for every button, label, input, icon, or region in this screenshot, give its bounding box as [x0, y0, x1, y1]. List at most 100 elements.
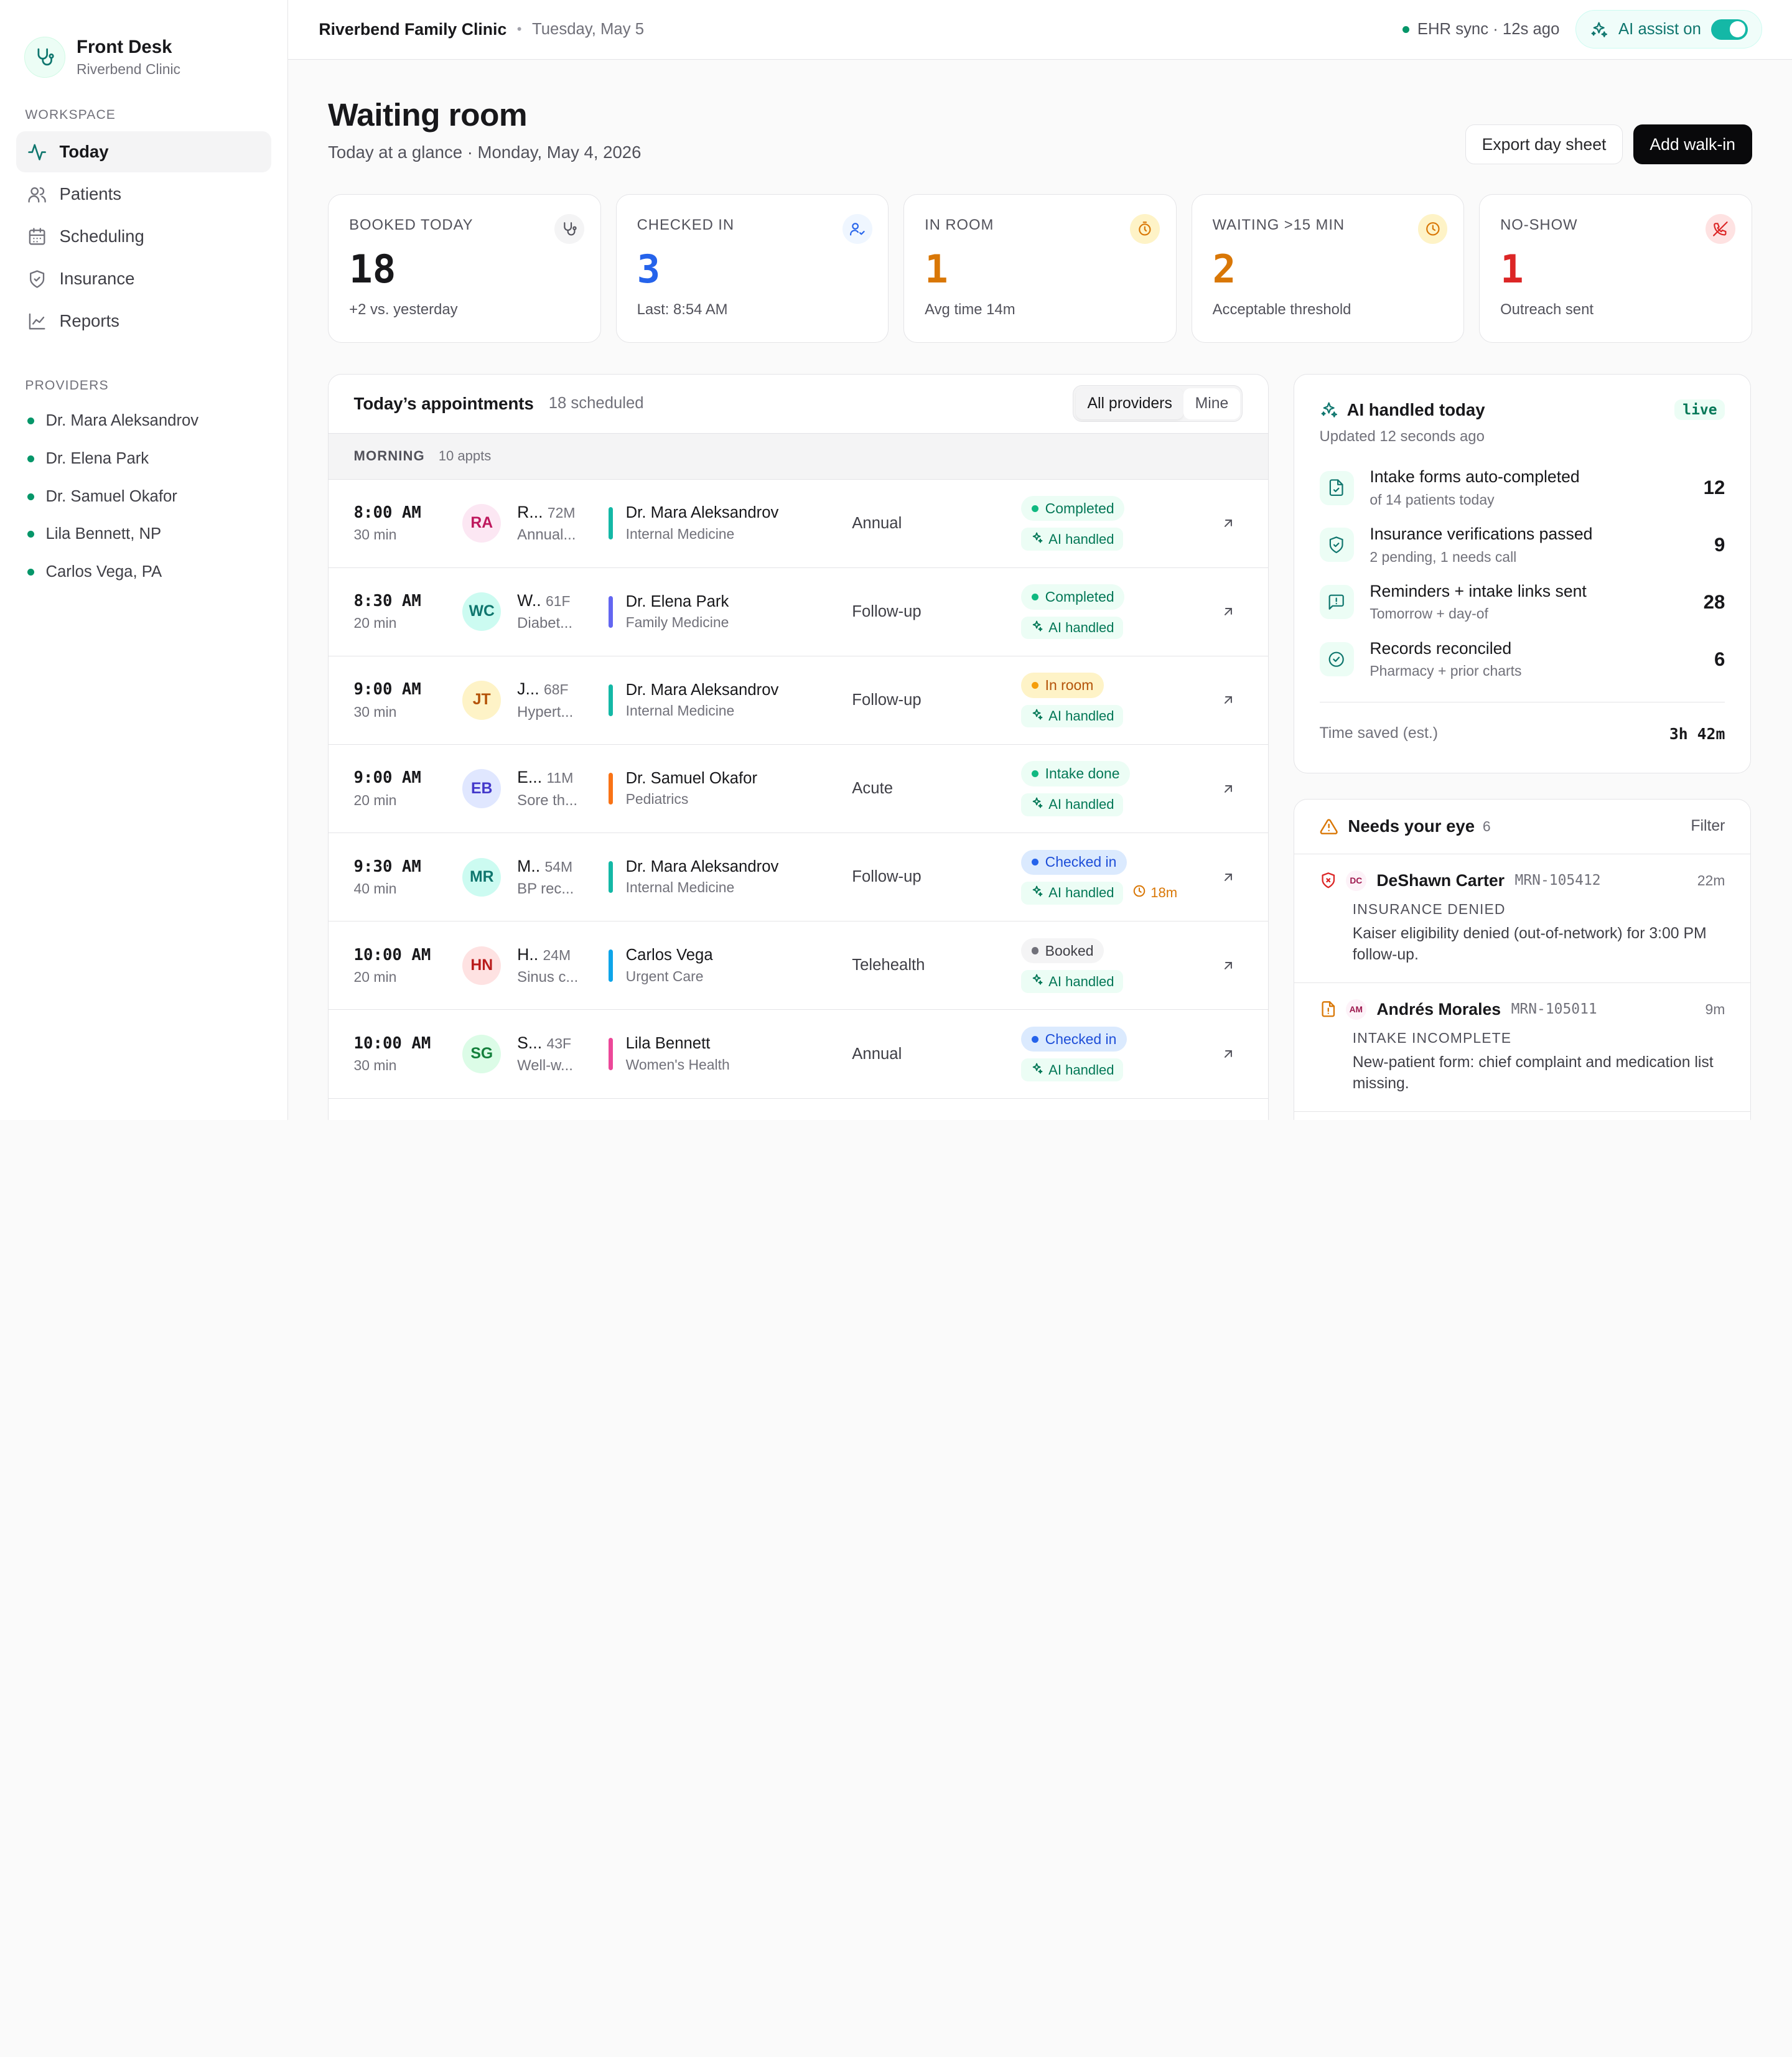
avatar: DC — [1345, 870, 1366, 891]
arrow-up-right-icon[interactable] — [1213, 951, 1243, 981]
ai-assist-toggle[interactable]: AI assist on — [1575, 10, 1763, 49]
table-row[interactable]: 9:30 AM 40 min MR M.. 54M BP rec... Dr. Mara A… — [329, 833, 1268, 922]
sparkles-icon — [1030, 885, 1043, 901]
provider-name: Dr. Mara Aleksandrov — [625, 681, 779, 699]
provider-name: Dr. Samuel Okafor — [625, 769, 758, 787]
avatar: JT — [462, 681, 502, 720]
sidebar-provider-park[interactable]: Dr. Elena Park — [16, 440, 271, 478]
table-row[interactable]: 10:00 AM 30 min SG S... 43F Well-w... Lila Ben… — [329, 1010, 1268, 1099]
kpi-checked-in: CHECKED IN 3 Last: 8:54 AM — [615, 194, 889, 343]
arrow-up-right-icon[interactable] — [1213, 774, 1243, 804]
export-day-sheet-button[interactable]: Export day sheet — [1465, 124, 1623, 165]
patient-name: Andrés Morales — [1376, 999, 1501, 1019]
patient-age-sex: 54M — [544, 858, 573, 875]
filter-mine[interactable]: Mine — [1183, 388, 1240, 419]
ai-updated: Updated 12 seconds ago — [1319, 428, 1485, 445]
ai-item-title: Reminders + intake links sent — [1370, 582, 1587, 601]
alert-item[interactable]: AM Andrés Morales MRN-105011 9m INTAKE I… — [1294, 983, 1750, 1112]
patient-age-sex: 43F — [546, 1035, 571, 1052]
ai-item-insurance[interactable]: Insurance verifications passed 2 pending,… — [1319, 516, 1725, 574]
provider-color-bar — [609, 1038, 614, 1070]
arrow-up-right-icon[interactable] — [1213, 686, 1243, 716]
ai-handled-label: AI handled — [1048, 796, 1114, 813]
arrow-up-right-icon[interactable] — [1213, 508, 1243, 538]
provider-label: Dr. Samuel Okafor — [45, 487, 177, 505]
provider-label: Dr. Mara Aleksandrov — [45, 412, 199, 430]
kpi-value: 1 — [1500, 246, 1524, 292]
appointments-count: 18 scheduled — [548, 394, 644, 413]
appointment-time: 9:30 AM — [353, 857, 421, 876]
patient-age-sex: 68F — [544, 681, 569, 698]
table-row[interactable]: 8:30 AM 20 min WC W.. 61F Diabet... Dr. Elena … — [329, 568, 1268, 656]
ai-assist-label: AI assist on — [1618, 20, 1701, 38]
sidebar-provider-okafor[interactable]: Dr. Samuel Okafor — [16, 478, 271, 516]
ai-handled-label: AI handled — [1048, 531, 1114, 547]
group-label: MORNING — [353, 448, 425, 464]
provider-name: Dr. Mara Aleksandrov — [625, 857, 779, 875]
status-badge: Checked in — [1021, 849, 1127, 875]
provider-label: Carlos Vega, PA — [45, 562, 162, 581]
sidebar-item-scheduling[interactable]: Scheduling — [16, 216, 271, 257]
kpi-label: NO-SHOW — [1500, 217, 1578, 234]
ai-handled-badge: AI handled — [1021, 1058, 1124, 1082]
arrow-up-right-icon[interactable] — [1213, 862, 1243, 892]
kpi-waiting: WAITING >15 MIN 2 Acceptable threshold — [1191, 194, 1465, 343]
kpi-value: 1 — [925, 246, 948, 292]
main-area: Riverbend Family Clinic • Tuesday, May 5… — [287, 0, 1792, 1120]
kpi-value: 3 — [637, 246, 661, 292]
sidebar-item-label: Patients — [59, 184, 122, 204]
patient-cell: J... 68F Hypert... — [517, 679, 595, 721]
visit-reason: Hypert... — [517, 703, 574, 721]
file-check-icon — [1319, 470, 1354, 505]
sidebar-item-insurance[interactable]: Insurance — [16, 258, 271, 299]
time-cell: 8:00 AM 30 min — [354, 503, 462, 543]
ai-item-records[interactable]: Records reconciled Pharmacy + prior chart… — [1319, 631, 1725, 688]
visit-type: Follow-up — [852, 868, 922, 886]
sparkles-icon — [1030, 796, 1043, 813]
kpi-label: IN ROOM — [925, 217, 994, 234]
arrow-up-right-icon[interactable] — [1213, 1039, 1243, 1069]
time-cell: 9:00 AM 20 min — [354, 768, 462, 808]
ai-handled-badge: AI handled — [1021, 970, 1124, 993]
sidebar-provider-vega[interactable]: Carlos Vega, PA — [16, 553, 271, 591]
alert-item[interactable]: DC DeShawn Carter MRN-105412 22m INSURAN… — [1294, 854, 1750, 983]
patient-mrn: MRN-105011 — [1511, 1001, 1597, 1018]
clock-icon — [1132, 884, 1146, 902]
arrow-up-right-icon[interactable] — [1213, 597, 1243, 627]
table-row[interactable]: 9:00 AM 30 min JT J... 68F Hypert... Dr. Mara … — [329, 656, 1268, 745]
patient-name: M.. — [517, 856, 541, 875]
sparkles-icon — [1030, 531, 1043, 548]
sidebar-item-patients[interactable]: Patients — [16, 174, 271, 215]
filter-button[interactable]: Filter — [1691, 818, 1725, 835]
ai-handled-label: AI handled — [1048, 885, 1114, 901]
sidebar-item-today[interactable]: Today — [16, 131, 272, 173]
table-row[interactable]: 9:00 AM 20 min EB E... 11M Sore th... Dr. Samu… — [329, 745, 1268, 834]
table-row[interactable]: 8:00 AM 30 min RA R... 72M Annual... Dr. Mara … — [329, 480, 1268, 568]
needs-your-eye-card: Needs your eye 6 Filter DC DeShawn Carte… — [1294, 798, 1751, 1120]
filter-all-providers[interactable]: All providers — [1076, 388, 1184, 419]
needs-eye-title: Needs your eye — [1348, 816, 1475, 836]
shield-check-icon — [1319, 528, 1354, 562]
ai-item-reminders[interactable]: Reminders + intake links sent Tomorrow + … — [1319, 574, 1725, 631]
brand-name: Front Desk — [77, 36, 172, 57]
ai-handled-badge: AI handled — [1021, 528, 1124, 551]
ai-item-intake[interactable]: Intake forms auto-completed of 14 patient… — [1319, 459, 1725, 516]
ai-handled-label: AI handled — [1048, 708, 1114, 724]
appointment-duration: 30 min — [353, 1057, 397, 1074]
status-badge: Completed — [1021, 496, 1125, 521]
ai-handled-badge: AI handled — [1021, 793, 1124, 816]
status-dot — [27, 531, 35, 538]
appointment-time: 10:00 AM — [353, 1033, 431, 1053]
time-cell: 10:00 AM 30 min — [354, 1034, 462, 1074]
ehr-sync-status: EHR sync · 12s ago — [1402, 21, 1559, 39]
sidebar-provider-bennett[interactable]: Lila Bennett, NP — [16, 515, 271, 553]
add-walk-in-button[interactable]: Add walk-in — [1633, 124, 1752, 165]
sync-dot — [1402, 26, 1409, 33]
status-badge: Booked — [1021, 938, 1104, 964]
table-row[interactable]: 10:00 AM 20 min HN H.. 24M Sinus c... Carlos V… — [329, 921, 1268, 1010]
sidebar-item-reports[interactable]: Reports — [16, 301, 271, 342]
patient-age-sex: 72M — [547, 504, 576, 521]
sidebar-item-label: Insurance — [59, 269, 135, 289]
toggle-switch[interactable] — [1711, 19, 1748, 40]
sidebar-provider-aleksandrov[interactable]: Dr. Mara Aleksandrov — [16, 403, 271, 441]
